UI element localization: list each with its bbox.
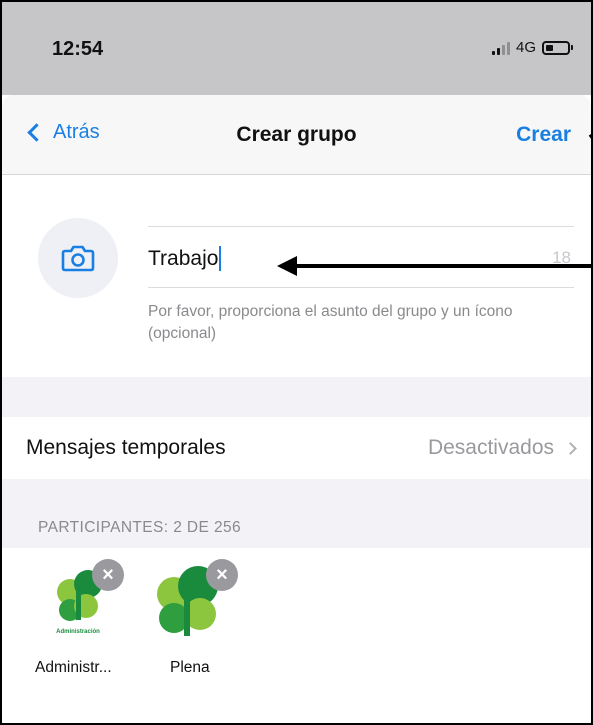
disappearing-messages-row[interactable]: Mensajes temporales Desactivados xyxy=(2,417,591,479)
page-title: Crear grupo xyxy=(236,123,357,146)
disappearing-messages-value: Desactivados xyxy=(427,436,554,459)
annotation-arrow-head xyxy=(277,256,297,276)
input-divider-top xyxy=(148,226,574,227)
participants-list: Administración × Administr... × Plena xyxy=(2,548,591,723)
input-divider-bottom xyxy=(148,287,574,288)
close-icon: × xyxy=(216,564,228,586)
participants-header: PARTICIPANTES: 2 DE 256 xyxy=(38,519,242,536)
navigation-bar: Atrás Crear grupo Crear xyxy=(2,95,591,175)
annotation-arrow-line xyxy=(294,264,591,268)
group-name-value: Trabajo xyxy=(148,246,219,270)
status-indicators: 4G xyxy=(491,39,573,56)
camera-icon xyxy=(61,245,95,272)
phone-screen: 12:54 4G Atrás Crear grupo Crear Trabajo… xyxy=(0,0,593,725)
group-info-card: Trabajo 18 Por favor, proporciona el asu… xyxy=(2,175,591,377)
group-photo-button[interactable] xyxy=(38,218,118,298)
signal-icon xyxy=(491,41,510,55)
remove-participant-button[interactable]: × xyxy=(92,559,124,591)
battery-icon xyxy=(542,40,570,55)
network-type: 4G xyxy=(515,39,536,56)
status-time: 12:54 xyxy=(52,38,104,60)
chevron-right-icon xyxy=(564,441,577,455)
create-group-sheet: Atrás Crear grupo Crear Trabajo 18 Por f… xyxy=(2,95,591,723)
text-cursor xyxy=(219,246,222,271)
disappearing-messages-label: Mensajes temporales xyxy=(26,436,226,459)
participant-name: Plena xyxy=(170,659,210,676)
disappearing-messages-status: Desactivados xyxy=(427,436,577,460)
participant-logo-text: Administración xyxy=(56,629,100,635)
battery-cap xyxy=(571,45,573,50)
group-subject-hint: Por favor, proporciona el asunto del gru… xyxy=(148,303,513,342)
remove-participant-button[interactable]: × xyxy=(206,559,238,591)
close-icon: × xyxy=(102,564,114,586)
status-bar: 12:54 4G xyxy=(2,2,591,95)
participant-name: Administr... xyxy=(35,659,112,676)
group-name-input[interactable]: Trabajo xyxy=(148,246,222,271)
create-button[interactable]: Crear xyxy=(516,123,571,147)
